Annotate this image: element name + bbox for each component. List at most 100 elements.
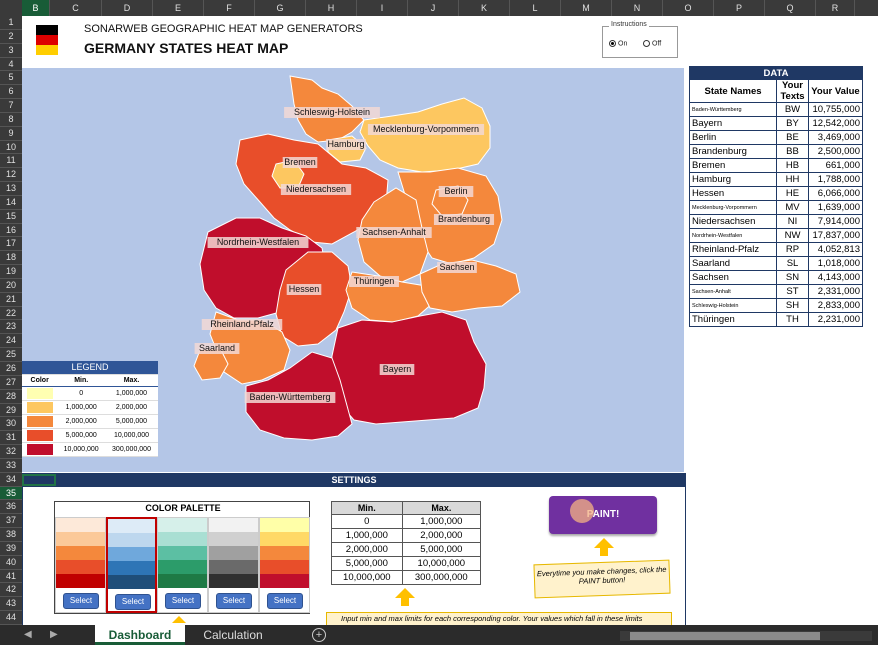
select-palette-button[interactable]: Select [267,593,303,609]
state-name-cell[interactable]: Brandenburg [689,144,777,159]
max-input-cell[interactable]: 10,000,000 [401,556,482,571]
row-header[interactable]: 34 [0,473,22,487]
state-value-cell[interactable]: 2,331,000 [808,284,863,299]
row-header[interactable]: 29 [0,404,22,418]
column-header[interactable]: M [561,0,612,16]
max-input-cell[interactable]: 300,000,000 [401,570,482,585]
row-header[interactable]: 39 [0,542,22,556]
select-palette-button[interactable]: Select [115,594,151,610]
row-header[interactable]: 1 [0,16,22,30]
add-sheet-icon[interactable]: + [312,628,326,642]
column-header[interactable]: C [50,0,102,16]
row-header[interactable]: 20 [0,279,22,293]
row-header[interactable]: 33 [0,459,22,473]
row-header[interactable]: 22 [0,307,22,321]
state-text-cell[interactable]: NW [776,228,809,243]
row-header[interactable]: 18 [0,251,22,266]
row-header[interactable]: 11 [0,154,22,169]
state-text-cell[interactable]: BY [776,116,809,131]
state-name-cell[interactable]: Bremen [689,158,777,173]
row-header[interactable]: 31 [0,431,22,446]
column-header[interactable]: O [663,0,714,16]
state-text-cell[interactable]: MV [776,200,809,215]
state-value-cell[interactable]: 12,542,000 [808,116,863,131]
row-header[interactable]: 41 [0,570,22,584]
column-header[interactable]: E [153,0,204,16]
state-value-cell[interactable]: 1,018,000 [808,256,863,271]
state-text-cell[interactable]: RP [776,242,809,257]
state-text-cell[interactable]: HE [776,186,809,201]
column-header[interactable]: R [816,0,855,16]
state-value-cell[interactable]: 3,469,000 [808,130,863,145]
row-header[interactable]: 25 [0,348,22,362]
row-header[interactable]: 15 [0,210,22,224]
max-input-cell[interactable]: 5,000,000 [401,542,482,557]
row-header[interactable]: 37 [0,514,22,529]
state-text-cell[interactable]: NI [776,214,809,229]
column-header[interactable]: N [612,0,663,16]
min-input-cell[interactable]: 2,000,000 [331,542,403,557]
row-header[interactable]: 26 [0,362,22,376]
row-header[interactable]: 38 [0,528,22,542]
row-header[interactable]: 8 [0,113,22,127]
row-header[interactable]: 12 [0,168,22,183]
state-name-cell[interactable]: Bayern [689,116,777,131]
row-header[interactable]: 7 [0,99,22,113]
row-header[interactable]: 14 [0,196,22,210]
state-name-cell[interactable]: Niedersachsen [689,214,777,229]
state-value-cell[interactable]: 10,755,000 [808,102,863,117]
select-palette-button[interactable]: Select [165,593,201,609]
state-name-cell[interactable]: Schleswig-Holstein [689,298,777,313]
state-name-cell[interactable]: Sachsen [689,270,777,285]
min-input-cell[interactable]: 5,000,000 [331,556,403,571]
column-header[interactable]: B [22,0,50,16]
state-name-cell[interactable]: Saarland [689,256,777,271]
row-header[interactable]: 2 [0,30,22,44]
instructions-off-radio[interactable]: Off [643,40,661,47]
state-value-cell[interactable]: 1,639,000 [808,200,863,215]
state-value-cell[interactable]: 4,052,813 [808,242,863,257]
row-header[interactable]: 36 [0,500,22,515]
scrollbar-thumb[interactable] [630,632,820,640]
column-header[interactable]: D [102,0,153,16]
state-name-cell[interactable]: Hamburg [689,172,777,187]
max-input-cell[interactable]: 1,000,000 [401,514,482,529]
state-name-cell[interactable]: Rheinland-Pfalz [689,242,777,257]
state-text-cell[interactable]: BE [776,130,809,145]
column-header[interactable]: F [204,0,255,16]
column-header[interactable]: Q [765,0,816,16]
prev-sheet-icon[interactable]: ◀ [24,629,32,640]
state-text-cell[interactable]: ST [776,284,809,299]
state-value-cell[interactable]: 4,143,000 [808,270,863,285]
state-value-cell[interactable]: 2,231,000 [808,312,863,327]
column-header[interactable]: K [459,0,510,16]
state-text-cell[interactable]: SN [776,270,809,285]
row-header[interactable]: 40 [0,556,22,570]
state-value-cell[interactable]: 2,833,000 [808,298,863,313]
tab-calculation[interactable]: Calculation [188,625,278,645]
column-header[interactable]: L [510,0,561,16]
instructions-on-radio[interactable]: On [609,40,627,47]
state-text-cell[interactable]: BW [776,102,809,117]
column-header[interactable]: G [255,0,306,16]
row-header[interactable]: 42 [0,583,22,598]
row-header[interactable]: 17 [0,237,22,252]
column-header[interactable]: I [357,0,408,16]
row-header[interactable]: 19 [0,265,22,279]
row-header[interactable]: 24 [0,334,22,349]
row-header[interactable]: 21 [0,293,22,307]
min-input-cell[interactable]: 0 [331,514,403,529]
active-cell[interactable] [22,474,56,486]
state-value-cell[interactable]: 17,837,000 [808,228,863,243]
min-input-cell[interactable]: 10,000,000 [331,570,403,585]
row-header[interactable]: 30 [0,417,22,432]
state-name-cell[interactable]: Nordrhein-Westfalen [689,228,777,243]
column-header[interactable]: J [408,0,459,16]
state-value-cell[interactable]: 1,788,000 [808,172,863,187]
state-value-cell[interactable]: 2,500,000 [808,144,863,159]
column-header[interactable]: H [306,0,357,16]
state-text-cell[interactable]: HH [776,172,809,187]
state-text-cell[interactable]: SL [776,256,809,271]
column-header[interactable]: P [714,0,765,16]
row-header[interactable]: 4 [0,58,22,72]
